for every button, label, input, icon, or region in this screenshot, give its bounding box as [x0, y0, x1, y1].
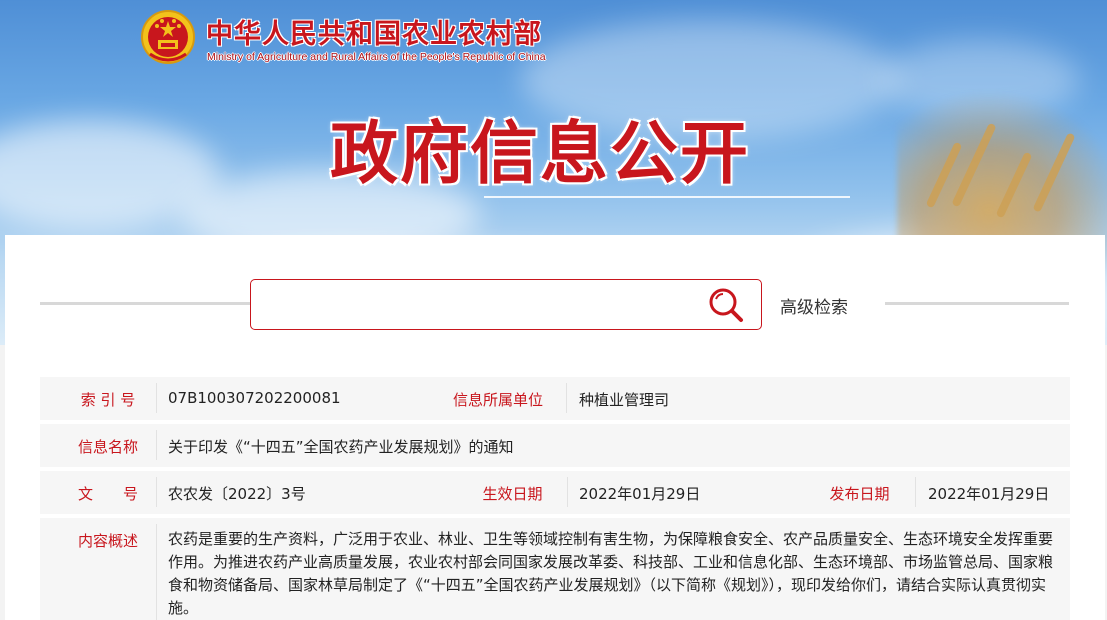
index-value: 07B100307202200081: [168, 389, 341, 407]
search-box[interactable]: [250, 279, 762, 330]
site-subtitle-english: Ministry of Agriculture and Rural Affair…: [207, 51, 546, 63]
info-row-name: 信息名称 关于印发《“十四五”全国农药产业发展规划》的通知: [40, 424, 1070, 467]
national-emblem-icon: [141, 10, 195, 64]
advanced-search-link[interactable]: 高级检索: [780, 293, 848, 318]
name-value: 关于印发《“十四五”全国农药产业发展规划》的通知: [168, 438, 514, 456]
info-row-summary: 内容概述 农药是重要的生产资料，广泛用于农业、林业、卫生等领域控制有害生物，为保…: [40, 518, 1070, 620]
publish-date-value: 2022年01月29日: [928, 485, 1050, 503]
search-input[interactable]: [261, 288, 691, 321]
info-row-index: 索 引 号 07B100307202200081 信息所属单位 种植业管理司: [40, 377, 1070, 420]
publish-date-label: 发布日期: [829, 485, 890, 503]
effective-date-label: 生效日期: [482, 485, 543, 503]
unit-value: 种植业管理司: [579, 391, 670, 409]
divider-right: [885, 302, 1069, 305]
search-icon[interactable]: [706, 286, 746, 324]
summary-value: 农药是重要的生产资料，广泛用于农业、林业、卫生等领域控制有害生物，为保障粮食安全…: [168, 530, 1054, 617]
name-label: 信息名称: [77, 438, 138, 456]
unit-label: 信息所属单位: [452, 391, 543, 409]
title-underline: [484, 196, 850, 198]
summary-label: 内容概述: [77, 532, 138, 550]
info-table: 索 引 号 07B100307202200081 信息所属单位 种植业管理司 信…: [40, 365, 1070, 620]
effective-date-value: 2022年01月29日: [579, 485, 701, 503]
info-row-doc: 文 号 农农发〔2022〕3号 生效日期 2022年01月29日 发布日期 20…: [40, 471, 1070, 514]
doc-value: 农农发〔2022〕3号: [168, 485, 306, 503]
index-label: 索 引 号: [80, 391, 136, 409]
site-title[interactable]: 中华人民共和国农业农村部: [206, 12, 542, 51]
doc-label: 文 号: [77, 485, 138, 503]
section-title: 政府信息公开: [330, 115, 751, 194]
divider-left: [40, 302, 250, 305]
